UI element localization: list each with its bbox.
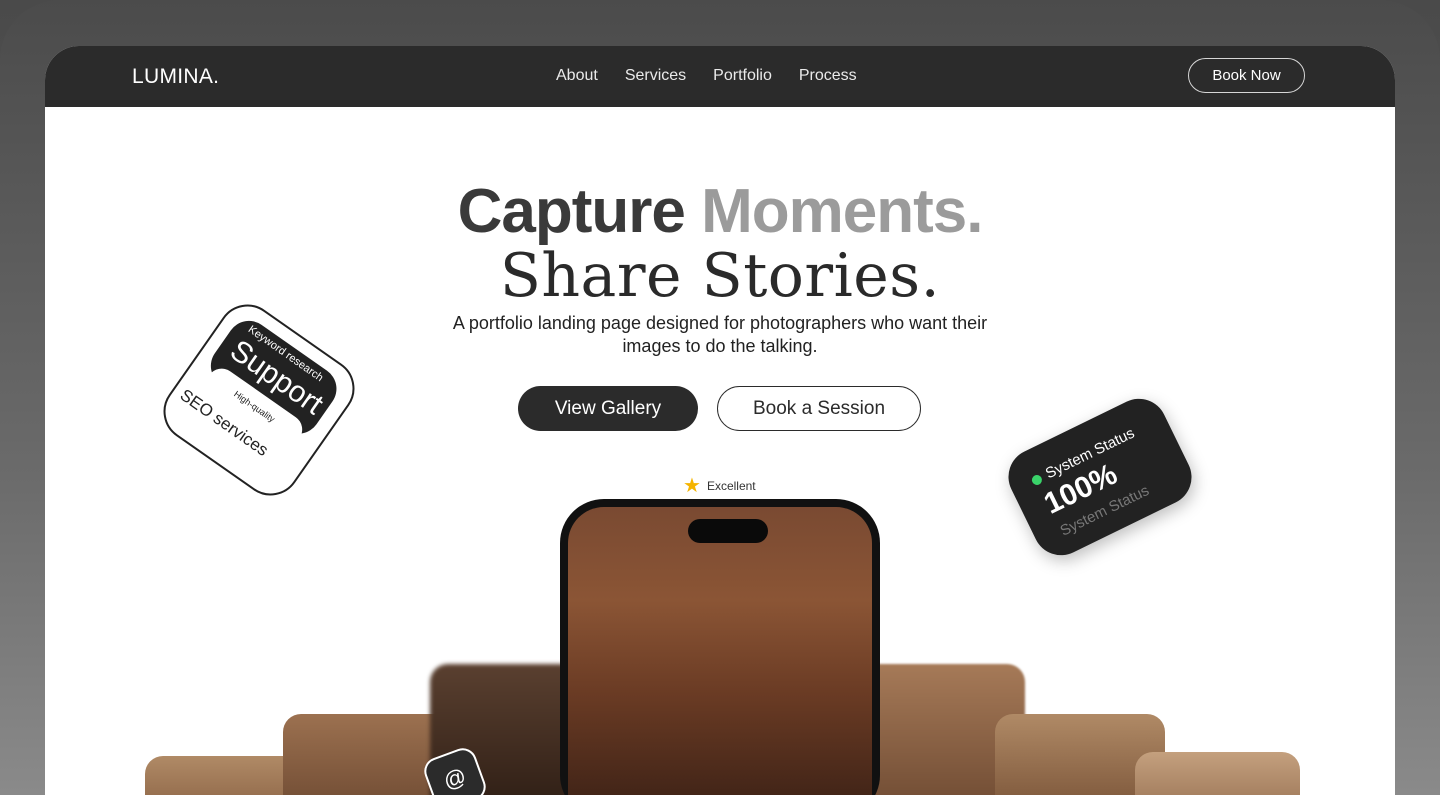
rating-badge: ★ Excellent — [683, 473, 756, 498]
phone-photo[interactable] — [568, 507, 872, 795]
hero-subheadline: Share Stories. — [499, 241, 941, 311]
photo-card-left-far[interactable] — [145, 756, 305, 795]
nav-link-about[interactable]: About — [556, 67, 598, 85]
star-icon: ★ — [683, 475, 701, 497]
top-navbar: LUMINA. About Services Portfolio Process… — [45, 46, 1395, 107]
device-frame: LUMINA. About Services Portfolio Process… — [0, 0, 1440, 795]
headline-part1: Capture — [457, 177, 686, 246]
book-now-button[interactable]: Book Now — [1188, 58, 1305, 93]
phone-mockup — [560, 499, 880, 795]
book-session-button[interactable]: Book a Session — [717, 386, 921, 431]
rating-label: Excellent — [706, 478, 756, 493]
status-dot-icon — [1030, 472, 1044, 487]
nav-link-services[interactable]: Services — [625, 67, 686, 85]
support-sticker: Keyword research Support High-quality SE… — [151, 292, 367, 508]
hero-description: A portfolio landing page designed for ph… — [452, 313, 988, 356]
dynamic-island — [688, 519, 768, 543]
browser-screen: LUMINA. About Services Portfolio Process… — [45, 46, 1395, 795]
system-status-card: System Status 100% System Status — [999, 389, 1201, 565]
photo-card-right-far[interactable] — [1135, 752, 1300, 795]
nav-link-process[interactable]: Process — [799, 67, 857, 85]
logo[interactable]: LUMINA. — [132, 65, 219, 89]
hero-headline: Capture Moments. — [45, 176, 1395, 247]
nav-link-portfolio[interactable]: Portfolio — [713, 67, 772, 85]
headline-part2: Moments. — [701, 177, 983, 246]
view-gallery-button[interactable]: View Gallery — [518, 386, 698, 431]
at-symbol: @ — [440, 762, 470, 795]
nav-links: About Services Portfolio Process — [556, 67, 857, 85]
